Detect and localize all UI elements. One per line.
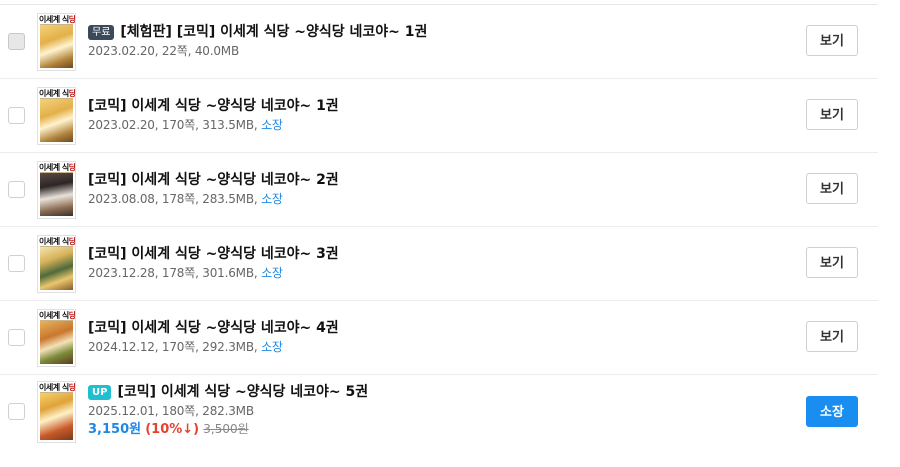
cover-title: 이세계 식당 [39, 311, 76, 320]
item-title-line[interactable]: 무료 [체험판] [코믹] 이세계 식당 ~양식당 네코야~ 1권 [88, 23, 427, 41]
volume-list: 이세계 식당 무료 [체험판] [코믹] 이세계 식당 ~양식당 네코야~ 1권… [0, 4, 878, 450]
item-meta: 2023.12.28, 178쪽, 301.6MB, 소장 [88, 266, 283, 280]
item-title-line[interactable]: UP [코믹] 이세계 식당 ~양식당 네코야~ 5권 [88, 383, 368, 401]
original-price: 3,500원 [203, 422, 249, 436]
item-title: [코믹] 이세계 식당 ~양식당 네코야~ 5권 [117, 384, 369, 400]
list-item: 이세계 식당 [코믹] 이세계 식당 ~양식당 네코야~ 3권 2023.12.… [0, 227, 878, 301]
cover-title: 이세계 식당 [39, 383, 76, 392]
item-meta: 2023.02.20, 170쪽, 313.5MB, 소장 [88, 118, 283, 132]
free-badge: 무료 [88, 24, 115, 40]
item-info: [코믹] 이세계 식당 ~양식당 네코야~ 2권 2023.08.08, 178… [88, 171, 339, 207]
list-item: 이세계 식당 [코믹] 이세계 식당 ~양식당 네코야~ 4권 2024.12.… [0, 301, 878, 375]
select-checkbox[interactable] [8, 329, 25, 346]
book-cover-image[interactable]: 이세계 식당 [37, 13, 76, 71]
owned-label: 소장 [261, 266, 283, 280]
book-cover-image[interactable]: 이세계 식당 [37, 235, 76, 293]
item-title-line[interactable]: [코믹] 이세계 식당 ~양식당 네코야~ 3권 [88, 245, 339, 263]
cover-title: 이세계 식당 [39, 89, 76, 98]
item-title: [코믹] 이세계 식당 ~양식당 네코야~ 1권 [88, 98, 339, 114]
book-cover-image[interactable]: 이세계 식당 [37, 309, 76, 367]
view-button[interactable]: 보기 [806, 247, 858, 278]
select-checkbox[interactable] [8, 33, 25, 50]
list-item: 이세계 식당 [코믹] 이세계 식당 ~양식당 네코야~ 1권 2023.02.… [0, 79, 878, 153]
item-title: [체험판] [코믹] 이세계 식당 ~양식당 네코야~ 1권 [120, 24, 428, 40]
cover-title: 이세계 식당 [39, 237, 76, 246]
owned-label: 소장 [261, 192, 283, 206]
item-info: 무료 [체험판] [코믹] 이세계 식당 ~양식당 네코야~ 1권 2023.0… [88, 23, 427, 59]
sale-price: 3,150원 [88, 422, 142, 437]
list-item: 이세계 식당 UP [코믹] 이세계 식당 ~양식당 네코야~ 5권 2025.… [0, 375, 878, 450]
price-line: 3,150원 (10%↓) 3,500원 [88, 421, 368, 438]
item-info: UP [코믹] 이세계 식당 ~양식당 네코야~ 5권 2025.12.01, … [88, 383, 368, 438]
item-meta: 2023.02.20, 22쪽, 40.0MB [88, 44, 239, 58]
up-badge: UP [88, 384, 112, 400]
book-cover-image[interactable]: 이세계 식당 [37, 381, 76, 443]
item-meta: 2025.12.01, 180쪽, 282.3MB [88, 404, 254, 418]
item-info: [코믹] 이세계 식당 ~양식당 네코야~ 3권 2023.12.28, 178… [88, 245, 339, 281]
item-meta: 2023.08.08, 178쪽, 283.5MB, 소장 [88, 192, 283, 206]
list-item: 이세계 식당 무료 [체험판] [코믹] 이세계 식당 ~양식당 네코야~ 1권… [0, 5, 878, 79]
view-button[interactable]: 보기 [806, 25, 858, 56]
select-checkbox[interactable] [8, 107, 25, 124]
item-title-line[interactable]: [코믹] 이세계 식당 ~양식당 네코야~ 2권 [88, 171, 339, 189]
cover-title: 이세계 식당 [39, 163, 76, 172]
view-button[interactable]: 보기 [806, 321, 858, 352]
item-title: [코믹] 이세계 식당 ~양식당 네코야~ 3권 [88, 246, 339, 262]
owned-label: 소장 [261, 118, 283, 132]
item-meta: 2024.12.12, 170쪽, 292.3MB, 소장 [88, 340, 283, 354]
owned-label: 소장 [261, 340, 283, 354]
select-checkbox[interactable] [8, 403, 25, 420]
item-title: [코믹] 이세계 식당 ~양식당 네코야~ 4권 [88, 320, 339, 336]
item-title: [코믹] 이세계 식당 ~양식당 네코야~ 2권 [88, 172, 339, 188]
item-title-line[interactable]: [코믹] 이세계 식당 ~양식당 네코야~ 1권 [88, 97, 339, 115]
book-cover-image[interactable]: 이세계 식당 [37, 87, 76, 145]
item-title-line[interactable]: [코믹] 이세계 식당 ~양식당 네코야~ 4권 [88, 319, 339, 337]
own-button[interactable]: 소장 [806, 396, 858, 427]
discount-rate: (10%↓) [145, 422, 200, 437]
item-info: [코믹] 이세계 식당 ~양식당 네코야~ 4권 2024.12.12, 170… [88, 319, 339, 355]
view-button[interactable]: 보기 [806, 99, 858, 130]
list-item: 이세계 식당 [코믹] 이세계 식당 ~양식당 네코야~ 2권 2023.08.… [0, 153, 878, 227]
book-cover-image[interactable]: 이세계 식당 [37, 161, 76, 219]
view-button[interactable]: 보기 [806, 173, 858, 204]
item-info: [코믹] 이세계 식당 ~양식당 네코야~ 1권 2023.02.20, 170… [88, 97, 339, 133]
select-checkbox[interactable] [8, 255, 25, 272]
select-checkbox[interactable] [8, 181, 25, 198]
cover-title: 이세계 식당 [39, 15, 76, 24]
